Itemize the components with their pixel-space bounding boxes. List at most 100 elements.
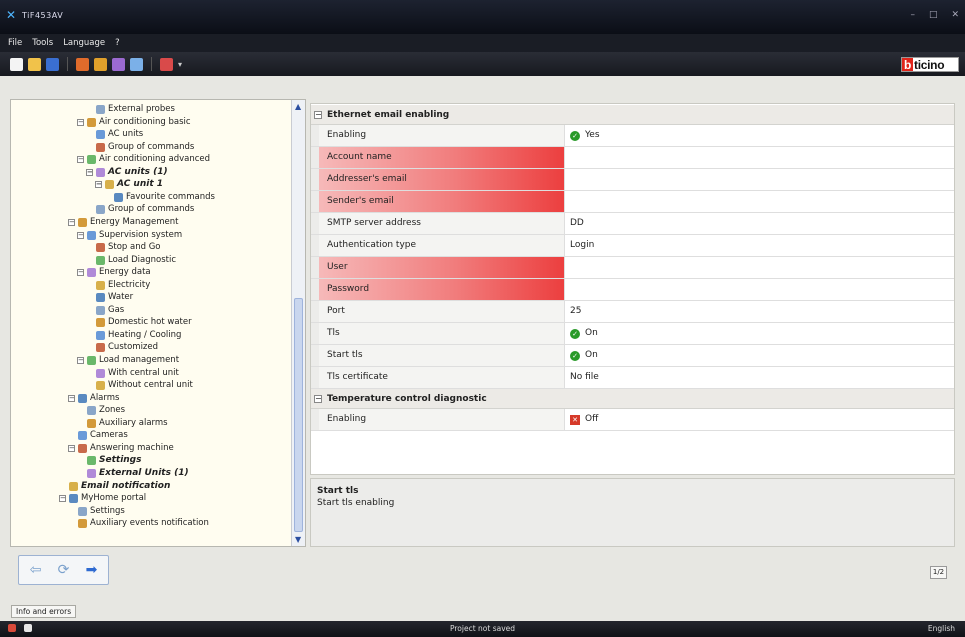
tree-item[interactable]: Stop and Go: [96, 242, 161, 253]
property-row[interactable]: User: [311, 257, 954, 279]
tree-item[interactable]: Water: [96, 292, 133, 303]
refresh-button[interactable]: ⟳: [50, 559, 77, 581]
collapse-icon[interactable]: −: [77, 231, 84, 239]
property-value[interactable]: DD: [566, 213, 954, 234]
tree-item[interactable]: Without central unit: [96, 380, 193, 391]
property-row[interactable]: Addresser's email: [311, 169, 954, 191]
collapse-icon[interactable]: −: [86, 168, 93, 176]
collapse-icon[interactable]: −: [59, 495, 66, 503]
scroll-up-icon[interactable]: ▲: [295, 102, 301, 111]
tree-item[interactable]: Auxiliary alarms: [87, 418, 168, 429]
scroll-thumb[interactable]: [294, 298, 303, 532]
tree-item[interactable]: External Units (1): [87, 468, 189, 479]
property-row[interactable]: Tls ✓ On: [311, 323, 954, 345]
tree-item[interactable]: − MyHome portal: [59, 493, 146, 504]
tree-item[interactable]: Favourite commands: [114, 192, 215, 203]
tree-item[interactable]: Electricity: [96, 280, 150, 291]
property-value[interactable]: 25: [566, 301, 954, 322]
property-row[interactable]: Authentication type Login: [311, 235, 954, 257]
property-row[interactable]: Enabling ✕ Off: [311, 409, 954, 431]
info-errors-tab[interactable]: Info and errors: [11, 605, 77, 618]
back-button[interactable]: ⇦: [22, 559, 49, 581]
property-value[interactable]: No file: [566, 367, 954, 388]
tree-item[interactable]: − Air conditioning basic: [77, 117, 191, 128]
property-row[interactable]: Enabling ✓ Yes: [311, 125, 954, 147]
collapse-icon[interactable]: −: [68, 394, 75, 402]
minimize-icon[interactable]: –: [910, 10, 915, 20]
tree-item[interactable]: Auxiliary events notification: [78, 518, 209, 529]
property-row[interactable]: Tls certificate No file: [311, 367, 954, 389]
property-value[interactable]: [566, 191, 954, 212]
property-row[interactable]: Start tls ✓ On: [311, 345, 954, 367]
device-icon[interactable]: [130, 57, 143, 71]
close-icon[interactable]: ✕: [951, 10, 959, 20]
collapse-icon[interactable]: −: [77, 269, 84, 277]
property-value[interactable]: ✕ Off: [566, 409, 954, 430]
tree-item[interactable]: Domestic hot water: [96, 317, 192, 328]
property-row[interactable]: Account name: [311, 147, 954, 169]
tree-item[interactable]: Heating / Cooling: [96, 330, 181, 341]
tree-item[interactable]: Gas: [96, 305, 124, 316]
property-row[interactable]: Sender's email: [311, 191, 954, 213]
tree-item[interactable]: Load Diagnostic: [96, 255, 176, 266]
tree-item[interactable]: Zones: [87, 405, 125, 416]
check-icon: ✓: [570, 350, 580, 361]
property-row[interactable]: Password: [311, 279, 954, 301]
chart-icon[interactable]: [160, 57, 173, 71]
tree-item[interactable]: − Load management: [77, 355, 179, 366]
collapse-icon[interactable]: −: [68, 444, 75, 452]
tree-item[interactable]: Settings: [87, 455, 141, 466]
property-row[interactable]: Port 25: [311, 301, 954, 323]
property-value[interactable]: ✓ On: [566, 345, 954, 366]
collapse-icon[interactable]: −: [77, 156, 84, 164]
property-value[interactable]: [566, 279, 954, 300]
category-ethernet-email[interactable]: − Ethernet email enabling: [311, 105, 954, 125]
collapse-icon[interactable]: −: [314, 395, 322, 403]
tree-item[interactable]: AC units: [96, 129, 143, 140]
collapse-icon[interactable]: −: [314, 111, 322, 119]
tree-item[interactable]: − AC unit 1: [95, 179, 163, 190]
tree-item[interactable]: − AC units (1): [86, 167, 168, 178]
menu-help[interactable]: ?: [115, 38, 120, 48]
property-value[interactable]: ✓ Yes: [566, 125, 954, 146]
tree-item[interactable]: Cameras: [78, 430, 128, 441]
collapse-icon[interactable]: −: [77, 357, 84, 364]
property-value[interactable]: Login: [566, 235, 954, 256]
dropdown-arrow-icon[interactable]: ▾: [178, 60, 182, 69]
property-value[interactable]: [566, 169, 954, 190]
tree-item[interactable]: − Alarms: [68, 393, 119, 404]
open-folder-icon[interactable]: [28, 57, 41, 71]
property-value[interactable]: ✓ On: [566, 323, 954, 344]
tree-item[interactable]: − Supervision system: [77, 230, 182, 241]
tree-item[interactable]: − Energy data: [77, 267, 151, 278]
collapse-icon[interactable]: −: [77, 118, 84, 126]
category-temperature-diagnostic[interactable]: − Temperature control diagnostic: [311, 389, 954, 409]
new-file-icon[interactable]: [10, 57, 23, 71]
property-value[interactable]: [566, 257, 954, 278]
send-icon[interactable]: [94, 57, 107, 71]
save-icon[interactable]: [46, 57, 59, 71]
tree-item[interactable]: Settings: [78, 506, 125, 517]
tree-item[interactable]: Customized: [96, 342, 158, 353]
menu-language[interactable]: Language: [63, 38, 105, 48]
property-row[interactable]: SMTP server address DD: [311, 213, 954, 235]
collapse-icon[interactable]: −: [68, 218, 75, 226]
menu-tools[interactable]: Tools: [32, 38, 53, 48]
tools-icon[interactable]: [112, 57, 125, 71]
menu-file[interactable]: File: [8, 38, 22, 48]
tree-item[interactable]: Group of commands: [96, 142, 194, 153]
tree-item[interactable]: External probes: [96, 104, 175, 115]
tree-item[interactable]: − Air conditioning advanced: [77, 154, 210, 165]
forward-button[interactable]: ➡: [78, 559, 105, 581]
collapse-icon[interactable]: −: [95, 181, 102, 189]
maximize-icon[interactable]: □: [929, 10, 938, 20]
tree-item[interactable]: − Energy Management: [68, 217, 178, 228]
receive-icon[interactable]: [76, 57, 89, 71]
scroll-down-icon[interactable]: ▼: [295, 535, 301, 544]
tree-item[interactable]: Email notification: [69, 481, 170, 492]
tree-item[interactable]: Group of commands: [96, 204, 194, 215]
tree-item[interactable]: − Answering machine: [68, 443, 174, 454]
property-value[interactable]: [566, 147, 954, 168]
tree-item[interactable]: With central unit: [96, 368, 179, 379]
tree-scrollbar[interactable]: ▲ ▼: [291, 100, 305, 546]
